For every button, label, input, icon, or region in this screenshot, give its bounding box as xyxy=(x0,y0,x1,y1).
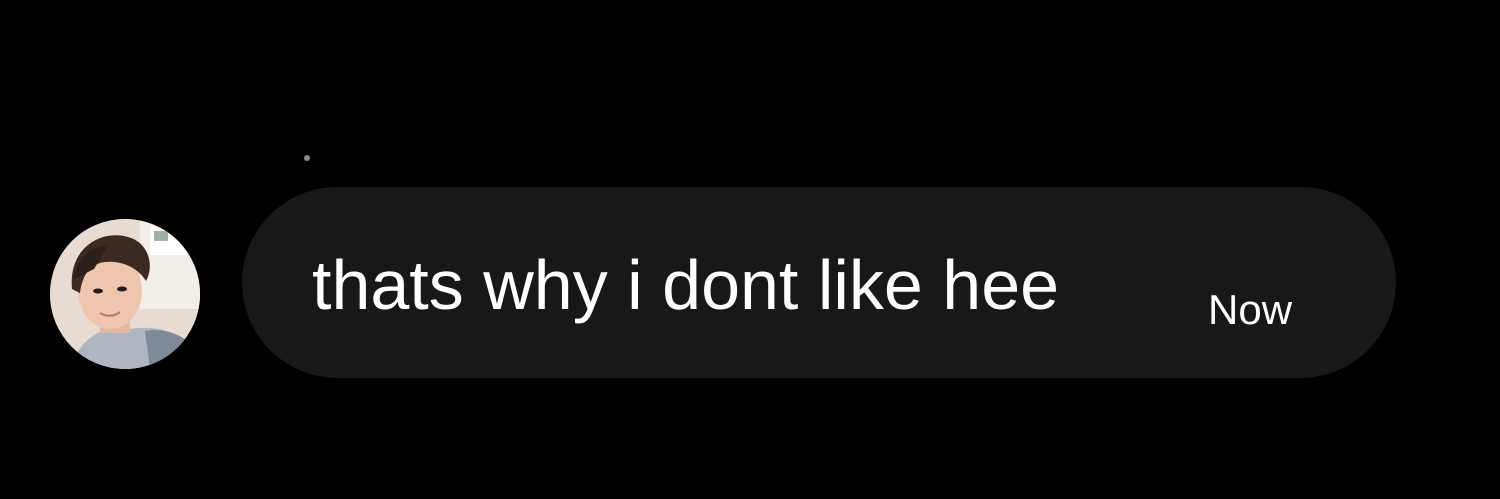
profile-photo-icon xyxy=(50,219,200,369)
seen-indicator-dot xyxy=(304,155,310,161)
message-text: thats why i dont like hee xyxy=(312,246,1060,324)
chat-screen: thats why i dont like hee Now xyxy=(0,0,1500,499)
sender-avatar[interactable] xyxy=(50,219,200,369)
message-timestamp: Now xyxy=(1208,286,1293,333)
